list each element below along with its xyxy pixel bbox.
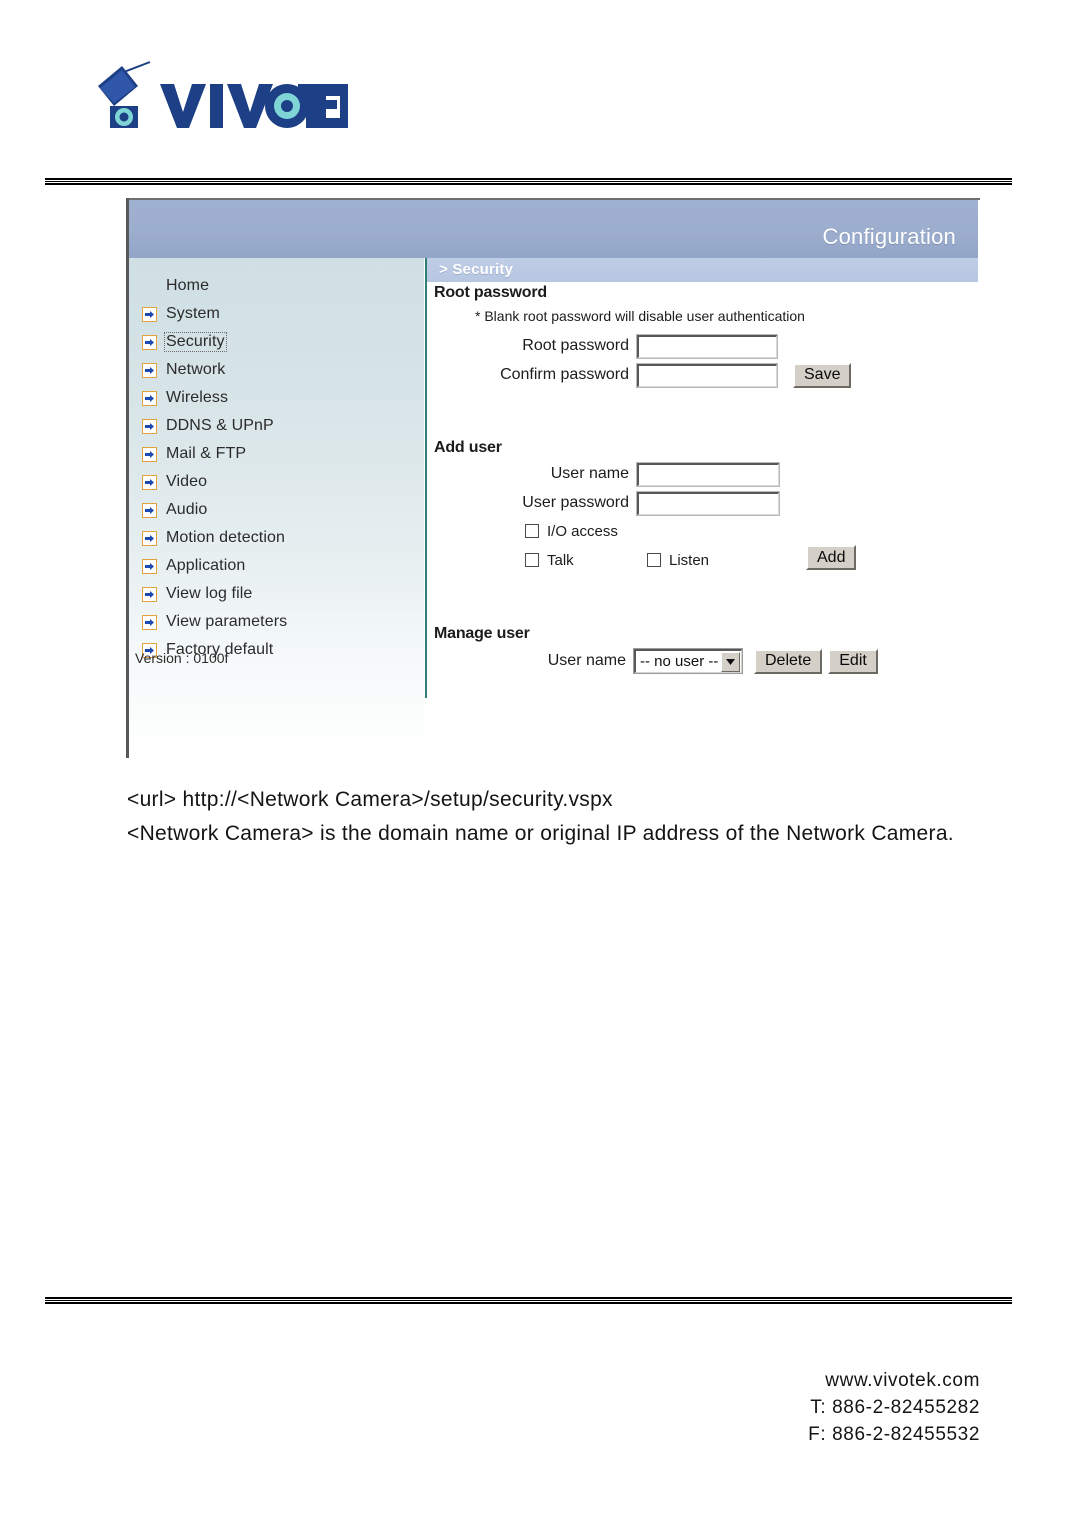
sidebar-item-label: Application (166, 557, 246, 574)
breadcrumb: > Security (439, 261, 514, 278)
network-camera-description: <Network Camera> is the domain name or o… (127, 822, 954, 845)
arrow-right-icon (142, 474, 157, 490)
manage-user-row: User name -- no user -- Delete Edit (534, 648, 878, 674)
add-user-password-row: User password (471, 490, 780, 516)
vivotek-logo (88, 58, 348, 136)
arrow-right-icon (142, 614, 157, 630)
sidebar-item-network[interactable]: Network (129, 356, 225, 384)
arrow-right-icon (142, 530, 157, 546)
arrow-right-icon (142, 446, 157, 462)
sidebar-item-view-parameters[interactable]: View parameters (129, 608, 287, 636)
checkbox-io-access[interactable] (525, 524, 539, 538)
checkbox-listen[interactable] (647, 553, 661, 567)
sidebar-item-home[interactable]: Home (129, 272, 209, 300)
sidebar-item-label: Security (164, 332, 227, 352)
sidebar-item-audio[interactable]: Audio (129, 496, 207, 524)
add-user-button[interactable]: Add (806, 545, 857, 570)
sidebar-item-label: System (166, 305, 220, 322)
sidebar-item-label: Wireless (166, 389, 229, 406)
footer-website: www.vivotek.com (825, 1370, 980, 1391)
sidebar-item-mail-ftp[interactable]: Mail & FTP (129, 440, 246, 468)
footer-contact-block: www.vivotek.com T: 886-2-82455282 F: 886… (808, 1367, 980, 1448)
arrow-right-icon (142, 362, 157, 378)
talk-checkbox-row[interactable]: Talk (525, 549, 574, 571)
arrow-right-icon (142, 502, 157, 518)
add-user-password-label: User password (522, 494, 629, 511)
header-rule (45, 178, 1012, 185)
footer-rule (45, 1297, 1012, 1304)
sidebar-item-label: View log file (166, 585, 253, 602)
io-access-checkbox-row[interactable]: I/O access (525, 520, 618, 542)
section-title-root-password: Root password (434, 284, 547, 301)
manage-user-selected-value: -- no user -- (640, 653, 719, 670)
sidebar-item-label: View parameters (166, 613, 288, 630)
root-password-row: Root password (489, 333, 778, 359)
sidebar-item-label: DDNS & UPnP (166, 417, 274, 434)
arrow-right-icon (142, 558, 157, 574)
sidebar-item-label: Network (166, 361, 226, 378)
arrow-right-icon (142, 586, 157, 602)
sidebar-content-divider (425, 258, 427, 698)
sidebar-item-ddns-upnp[interactable]: DDNS & UPnP (129, 412, 274, 440)
io-access-label: I/O access (547, 522, 618, 540)
sidebar-item-label: Mail & FTP (166, 445, 247, 462)
arrow-right-icon (142, 306, 157, 322)
vivotek-camera-logo (98, 61, 348, 128)
confirm-password-label: Confirm password (500, 366, 629, 383)
sidebar-item-video[interactable]: Video (129, 468, 207, 496)
add-user-password-input[interactable] (636, 490, 780, 516)
page-title: Configuration (822, 224, 956, 249)
footer-fax: F: 886-2-82455532 (808, 1424, 980, 1445)
delete-user-button[interactable]: Delete (754, 648, 823, 674)
section-title-add-user: Add user (434, 439, 502, 456)
sidebar-item-label: Audio (166, 501, 208, 518)
chevron-down-icon[interactable] (721, 652, 740, 672)
listen-checkbox-row[interactable]: Listen (647, 549, 709, 571)
root-password-hint: * Blank root password will disable user … (475, 308, 805, 324)
sidebar-item-security[interactable]: Security (129, 328, 227, 356)
add-user-name-row: User name (489, 461, 780, 487)
checkbox-talk[interactable] (525, 553, 539, 567)
edit-user-button[interactable]: Edit (828, 648, 878, 674)
root-password-input[interactable] (636, 333, 778, 359)
settings-content: Root password * Blank root password will… (429, 284, 978, 754)
save-button[interactable]: Save (793, 362, 852, 388)
sidebar-item-label: Motion detection (166, 529, 286, 546)
root-password-label: Root password (522, 337, 629, 354)
confirm-password-input[interactable] (636, 362, 778, 388)
arrow-right-icon (142, 418, 157, 434)
sidebar-item-label: Home (166, 277, 210, 294)
confirm-password-row: Confirm password Save (471, 362, 852, 388)
sidebar-item-view-log-file[interactable]: View log file (129, 580, 252, 608)
add-user-name-label: User name (550, 465, 629, 482)
arrow-right-icon (142, 334, 157, 350)
listen-label: Listen (669, 551, 710, 569)
url-description-line: <url> http://<Network Camera>/setup/secu… (127, 788, 613, 811)
arrow-right-icon (142, 390, 157, 406)
document-page: Configuration > Security Home System Sec… (0, 0, 1080, 1528)
sidebar-item-application[interactable]: Application (129, 552, 245, 580)
section-title-manage-user: Manage user (434, 625, 530, 642)
sidebar-item-wireless[interactable]: Wireless (129, 384, 228, 412)
sidebar-item-label: Video (166, 473, 208, 490)
footer-telephone: T: 886-2-82455282 (810, 1397, 980, 1418)
sidebar-item-system[interactable]: System (129, 300, 220, 328)
panel-header: Configuration (129, 200, 978, 258)
talk-label: Talk (547, 551, 574, 569)
configuration-panel: Configuration > Security Home System Sec… (126, 198, 980, 758)
breadcrumb-bar: > Security (427, 258, 978, 282)
add-user-name-input[interactable] (636, 461, 780, 487)
sidebar-item-motion-detection[interactable]: Motion detection (129, 524, 285, 552)
manage-user-select[interactable]: -- no user -- (633, 648, 743, 674)
manage-user-name-label: User name (547, 652, 626, 669)
sidebar: Home System Security Network Wireless DD… (129, 258, 424, 756)
firmware-version-label: Version : 0100f (135, 650, 229, 666)
